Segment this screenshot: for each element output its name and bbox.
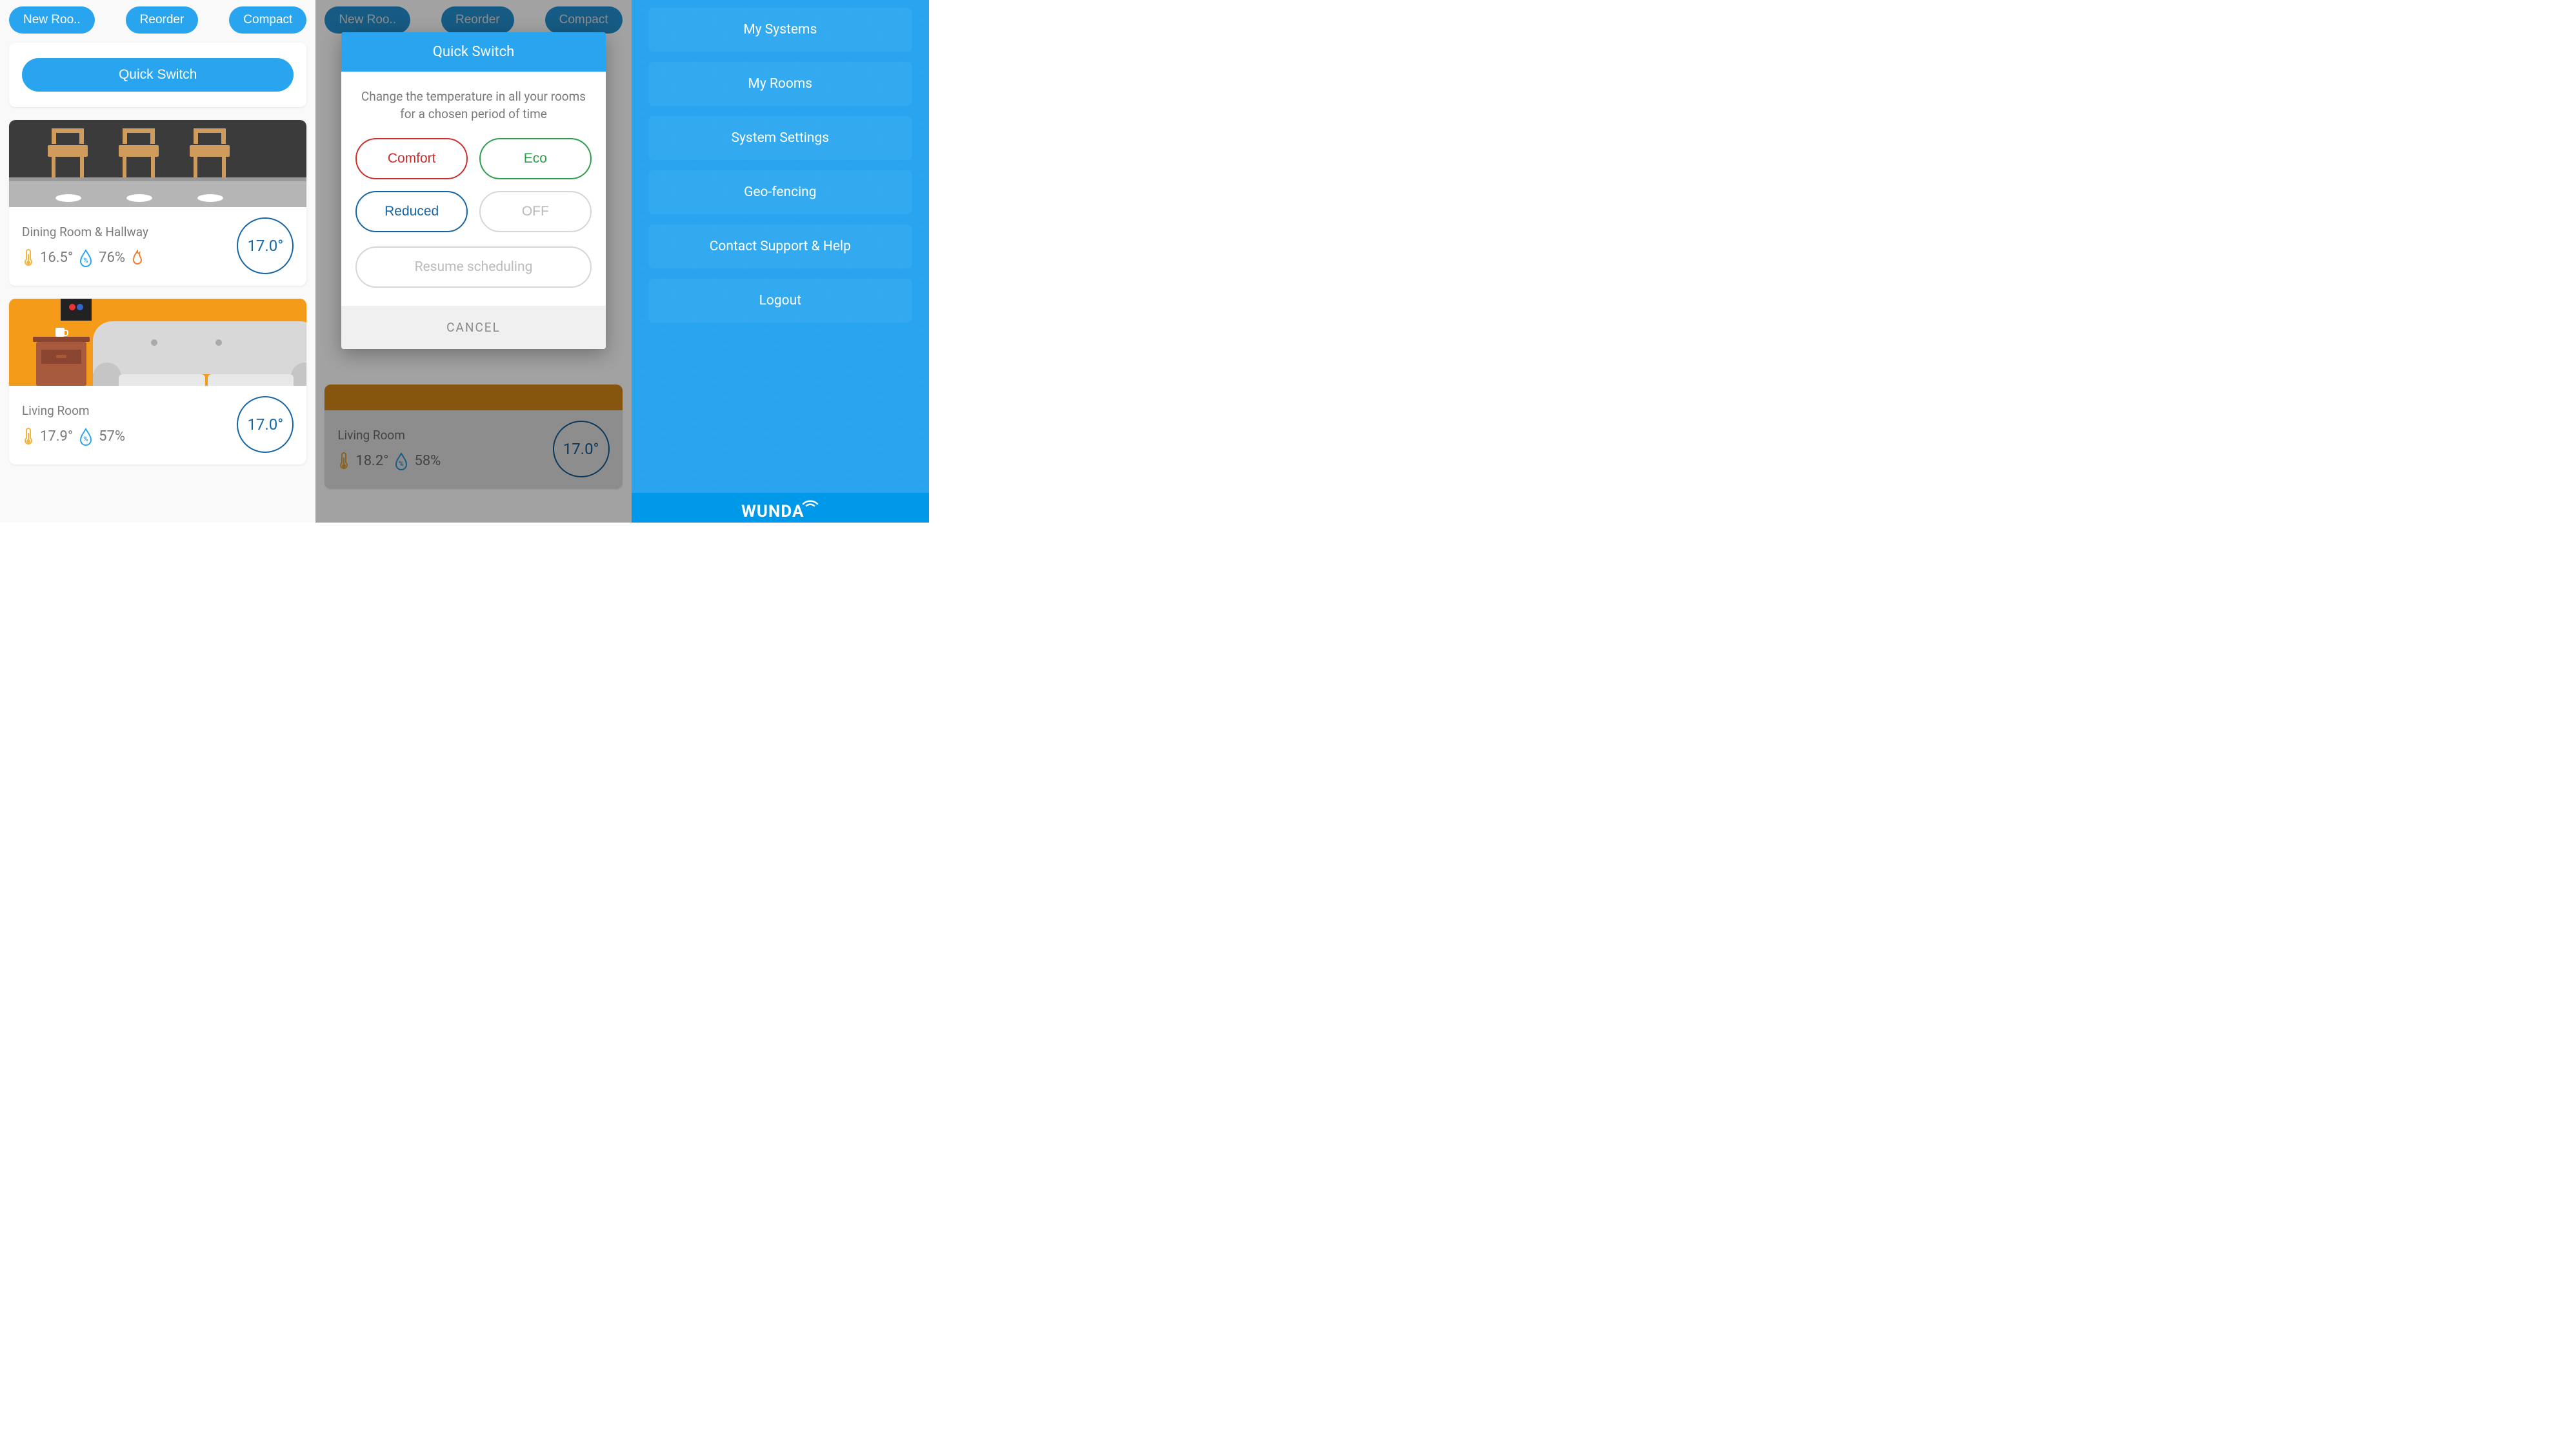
comfort-button[interactable]: Comfort bbox=[355, 138, 468, 179]
room-target-temp[interactable]: 17.0° bbox=[237, 396, 294, 453]
quick-switch-modal: Quick Switch Change the temperature in a… bbox=[341, 32, 605, 349]
cancel-button[interactable]: CANCEL bbox=[341, 306, 605, 349]
room-readings: 17.9° % 57% bbox=[22, 427, 230, 446]
room-card-living[interactable]: Living Room 17.9° % 57% 17.0° bbox=[9, 299, 306, 465]
menu-my-systems[interactable]: My Systems bbox=[648, 8, 912, 52]
room-readings: 16.5° % 76% bbox=[22, 248, 230, 268]
off-button[interactable]: OFF bbox=[479, 191, 592, 232]
svg-text:%: % bbox=[83, 257, 88, 265]
svg-text:%: % bbox=[83, 436, 88, 443]
menu-geo-fencing[interactable]: Geo-fencing bbox=[648, 170, 912, 214]
thermometer-icon bbox=[22, 427, 35, 446]
room-temp: 16.5° bbox=[40, 250, 73, 266]
resume-scheduling-button[interactable]: Resume scheduling bbox=[355, 246, 591, 288]
menu-contact-support[interactable]: Contact Support & Help bbox=[648, 225, 912, 268]
humidity-icon: % bbox=[78, 428, 94, 446]
room-humidity: 57% bbox=[99, 428, 125, 445]
menu-my-rooms[interactable]: My Rooms bbox=[648, 62, 912, 106]
quick-switch-modal-panel: New Roo.. Reorder Compact Living Room 18… bbox=[315, 0, 631, 523]
modal-description: Change the temperature in all your rooms… bbox=[341, 72, 605, 138]
modal-title: Quick Switch bbox=[341, 32, 605, 72]
room-temp: 17.9° bbox=[40, 428, 73, 445]
menu-panel: My Systems My Rooms System Settings Geo-… bbox=[632, 0, 929, 523]
quick-switch-card: Quick Switch bbox=[9, 43, 306, 107]
new-room-button[interactable]: New Roo.. bbox=[9, 6, 95, 34]
menu-system-settings[interactable]: System Settings bbox=[648, 116, 912, 160]
reduced-button[interactable]: Reduced bbox=[355, 191, 468, 232]
dining-room-illustration bbox=[9, 120, 306, 207]
room-name: Dining Room & Hallway bbox=[22, 225, 230, 239]
living-room-illustration bbox=[9, 299, 306, 386]
wifi-icon bbox=[802, 493, 819, 512]
tv-icon bbox=[61, 299, 92, 321]
reorder-button[interactable]: Reorder bbox=[126, 6, 199, 34]
thermometer-icon bbox=[22, 248, 35, 268]
room-target-temp[interactable]: 17.0° bbox=[237, 217, 294, 274]
room-card-dining[interactable]: Dining Room & Hallway 16.5° % 76% 17.0° bbox=[9, 120, 306, 286]
rooms-panel: New Roo.. Reorder Compact Quick Switch D… bbox=[0, 0, 315, 523]
flame-icon bbox=[130, 250, 145, 266]
room-humidity: 76% bbox=[99, 250, 125, 266]
top-buttons: New Roo.. Reorder Compact bbox=[9, 6, 306, 34]
brand-footer: WUNDA bbox=[632, 493, 929, 523]
brand-name: WUNDA bbox=[741, 502, 804, 521]
room-name: Living Room bbox=[22, 403, 230, 418]
quick-switch-button[interactable]: Quick Switch bbox=[22, 58, 294, 92]
menu-logout[interactable]: Logout bbox=[648, 279, 912, 323]
eco-button[interactable]: Eco bbox=[479, 138, 592, 179]
humidity-icon: % bbox=[78, 249, 94, 267]
compact-button[interactable]: Compact bbox=[229, 6, 306, 34]
